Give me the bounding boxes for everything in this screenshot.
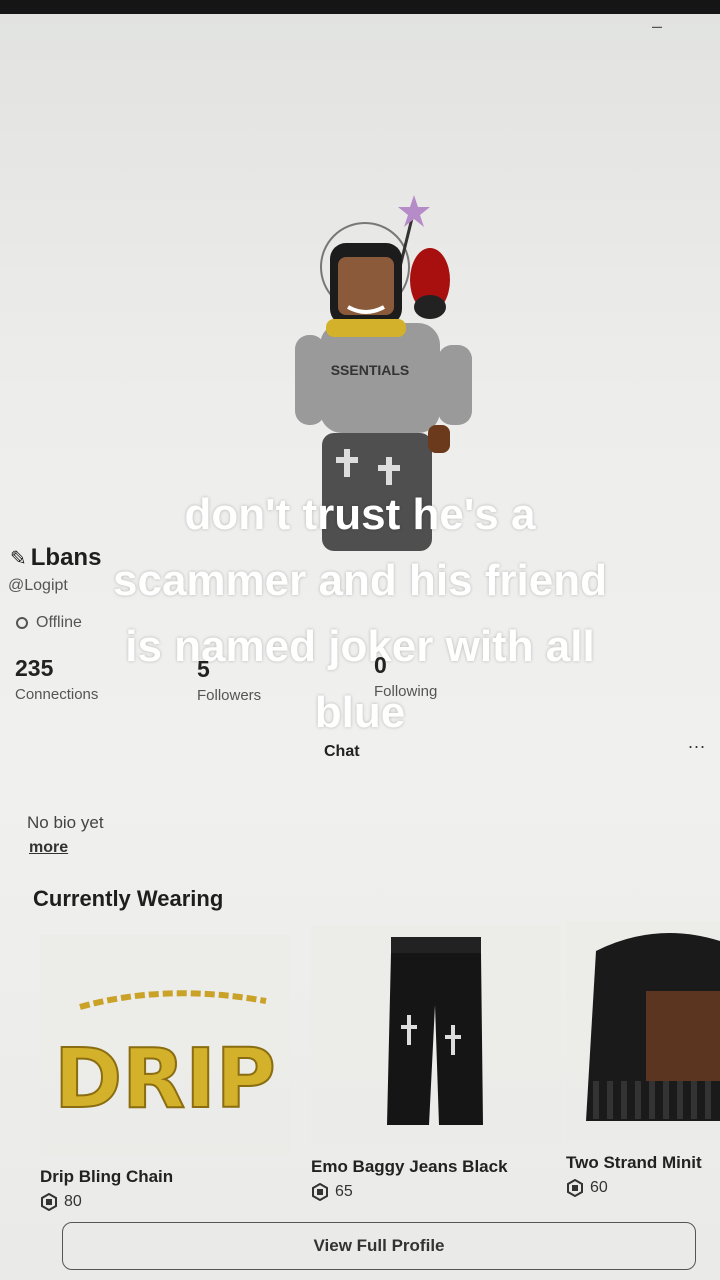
followers-label: Followers	[197, 687, 262, 704]
item-thumbnail[interactable]: DRIP	[40, 935, 290, 1155]
item-thumbnail[interactable]	[311, 925, 561, 1145]
username: @Logipt	[8, 577, 68, 594]
status-text: Offline	[36, 614, 82, 631]
display-name-text: Lbans	[30, 544, 102, 571]
item-thumbnail[interactable]	[566, 921, 720, 1141]
item-price: 80	[40, 1193, 290, 1211]
status-dot-icon	[16, 617, 28, 629]
followers-count: 5	[197, 656, 210, 682]
jeans-image	[387, 937, 483, 1125]
item-name: Emo Baggy Jeans Black	[311, 1157, 508, 1176]
item-name: Two Strand Minit	[566, 1153, 702, 1172]
item-price-value: 60	[590, 1179, 608, 1196]
svg-text:SSENTIALS: SSENTIALS	[331, 362, 410, 378]
item-price-value: 80	[64, 1193, 82, 1210]
online-status: Offline	[16, 614, 82, 632]
wearing-item[interactable]: Two Strand Minit 60	[566, 921, 720, 1197]
top-bezel	[0, 0, 720, 14]
robux-icon	[312, 1183, 328, 1201]
bio-more-link[interactable]: more	[29, 839, 68, 857]
more-options-icon[interactable]: ...	[688, 732, 706, 753]
following-count: 0	[374, 652, 387, 678]
view-full-profile-button[interactable]: View Full Profile	[62, 1222, 696, 1270]
display-name: ✎ Lbans	[10, 544, 101, 572]
edit-pencil-icon[interactable]: ✎	[10, 548, 27, 570]
following-stat[interactable]: 0 Following	[374, 652, 437, 700]
item-price: 65	[311, 1183, 561, 1201]
robux-icon	[41, 1193, 57, 1211]
drip-chain-image: DRIP	[53, 990, 277, 1128]
overlay-caption: don't trust he's a scammer and his frien…	[113, 490, 607, 737]
item-name: Drip Bling Chain	[40, 1167, 174, 1186]
wearing-item[interactable]: Emo Baggy Jeans Black 65	[311, 925, 561, 1201]
bio-text: No bio yet	[27, 813, 104, 832]
item-price: 60	[566, 1179, 720, 1197]
following-label: Following	[374, 683, 438, 700]
currently-wearing-title: Currently Wearing	[33, 886, 224, 911]
connections-label: Connections	[15, 686, 99, 703]
chat-button[interactable]: Chat	[324, 743, 360, 761]
item-price-value: 65	[335, 1183, 353, 1200]
hair-image	[586, 933, 720, 1121]
followers-stat[interactable]: 5 Followers	[197, 656, 261, 704]
robux-icon	[567, 1179, 583, 1197]
connections-count: 235	[15, 655, 54, 681]
minimize-icon[interactable]: –	[652, 16, 662, 37]
wearing-item[interactable]: DRIP Drip Bling Chain 80	[40, 935, 290, 1211]
svg-text:DRIP: DRIP	[54, 1032, 276, 1127]
connections-stat[interactable]: 235 Connections	[15, 655, 98, 703]
